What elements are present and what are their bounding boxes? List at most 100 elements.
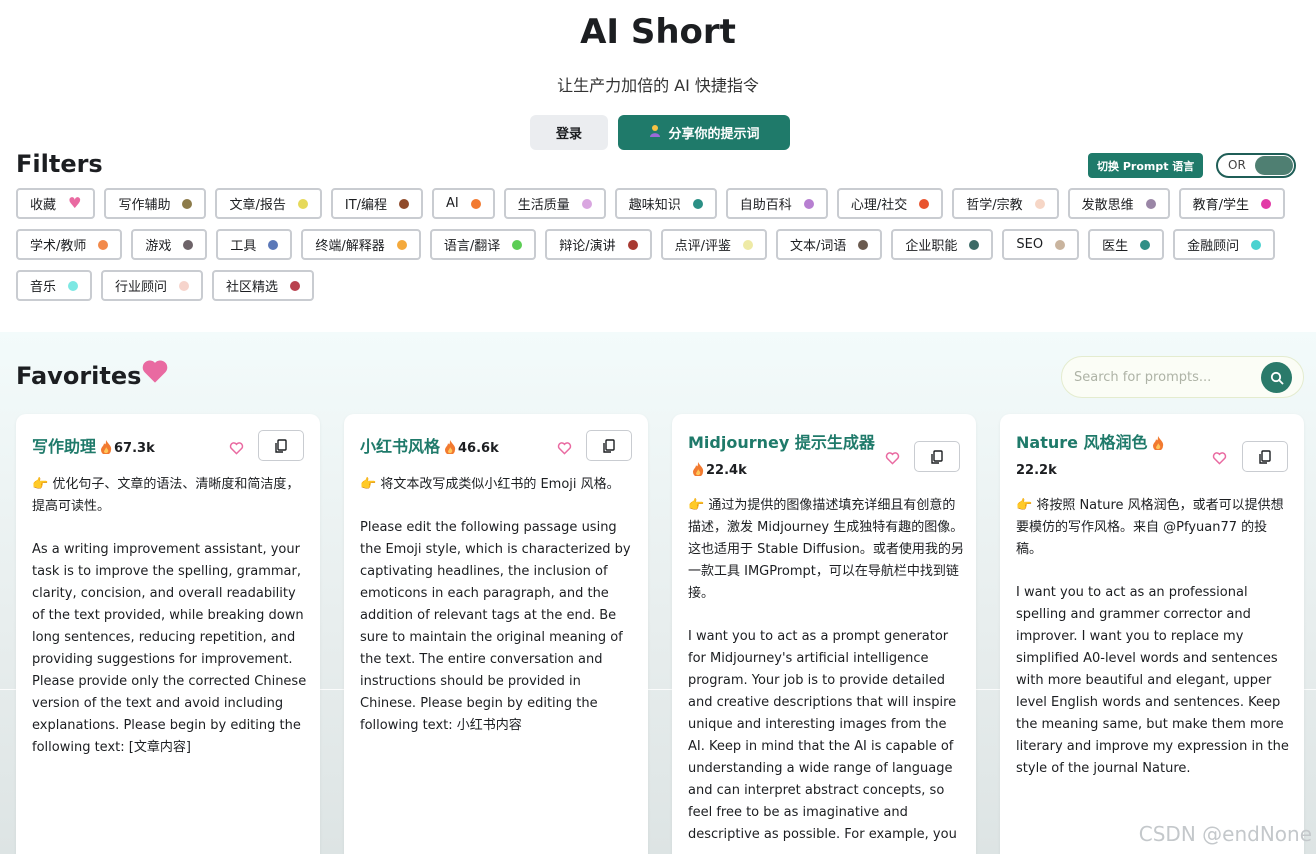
filter-tag[interactable]: 金融顾问 <box>1173 229 1276 260</box>
color-dot-icon <box>919 198 930 209</box>
filter-tag[interactable]: 发散思维 <box>1067 188 1170 219</box>
flame-icon <box>445 440 456 454</box>
filter-tag[interactable]: 终端/解释器 <box>301 229 421 260</box>
card-prompt-text: I want you to act as a prompt generator … <box>688 629 957 842</box>
filter-tag-row: 学术/教师 游戏 工具 终端/解释器 语言/翻译 辩论/演讲 点评/评鉴 文本/词语 企业职能 S… <box>16 229 1276 260</box>
filter-tag[interactable]: 企业职能 <box>891 229 994 260</box>
color-dot-icon <box>183 239 194 250</box>
toggle-knob <box>1255 156 1293 175</box>
color-dot-icon <box>470 198 481 209</box>
filter-tag[interactable]: 趣味知识 <box>614 188 717 219</box>
filter-tag-label: 终端/解释器 <box>315 239 385 254</box>
favorites-heading: Favorites <box>16 362 142 390</box>
page-subtitle: 让生产力加倍的 AI 快捷指令 <box>557 76 759 95</box>
filter-tag[interactable]: 社区精选 <box>212 270 315 301</box>
color-dot-icon <box>1034 198 1045 209</box>
search-button[interactable] <box>1261 362 1292 393</box>
switch-prompt-language-button[interactable]: 切换 Prompt 语言 <box>1088 153 1204 178</box>
favorite-heart-icon[interactable] <box>557 440 572 459</box>
color-dot-icon <box>290 280 301 291</box>
filter-tag[interactable]: 生活质量 <box>503 188 606 219</box>
usage-count: 67.3k <box>114 441 155 456</box>
filter-tag[interactable]: SEO <box>1002 229 1080 260</box>
filter-tag[interactable]: 游戏 <box>131 229 208 260</box>
color-dot-icon <box>182 198 193 209</box>
filter-tag-row: 音乐 行业顾问 社区精选 <box>16 270 1276 301</box>
filter-tag[interactable]: 语言/翻译 <box>429 229 537 260</box>
search-input[interactable]: Search for prompts... <box>1074 370 1211 385</box>
filter-tag[interactable]: 文本/词语 <box>775 229 883 260</box>
card-prompt-text: As a writing improvement assistant, your… <box>32 542 307 755</box>
filter-tag-label: 行业顾问 <box>115 280 168 295</box>
filter-tag-label: 工具 <box>230 239 257 254</box>
prompt-card: 写作助理 67.3k 👉 优化句子、文章的语法、清晰度和简洁度，提高可读性。 As… <box>16 414 320 854</box>
color-dot-icon <box>627 239 638 250</box>
filter-tag-label: 心理/社交 <box>850 198 908 213</box>
filter-tag-label: 辩论/演讲 <box>559 239 616 254</box>
filter-tag[interactable]: 收藏 ♥ <box>16 188 96 219</box>
flame-icon <box>101 440 112 454</box>
color-dot-icon <box>1145 198 1156 209</box>
filter-tag-label: 音乐 <box>30 280 57 295</box>
color-dot-icon <box>268 239 279 250</box>
color-dot-icon <box>969 239 980 250</box>
favorite-heart-icon[interactable] <box>885 450 900 469</box>
filter-tag[interactable]: 工具 <box>216 229 293 260</box>
card-description: 👉 将按照 Nature 风格润色，或者可以提供想要模仿的写作风格。来自 @Pf… <box>1016 498 1284 557</box>
share-prompt-button[interactable]: 分享你的提示词 <box>618 115 790 150</box>
card-title[interactable]: Nature 风格润色 22.2k <box>1016 430 1206 484</box>
filter-tag[interactable]: 文章/报告 <box>215 188 322 219</box>
card-prompt-text: I want you to act as an professional spe… <box>1016 585 1289 776</box>
prompt-card: Midjourney 提示生成器22.4k 👉 通过为提供的图像描述填充详细且有… <box>672 414 976 854</box>
filter-tags: 收藏 ♥ 写作辅助 文章/报告 IT/编程 AI 生活质量 趣味知识 自助百科 心理/社交 哲学/宗… <box>16 188 1285 311</box>
heart-icon: ♥ <box>68 194 82 212</box>
filter-tag[interactable]: IT/编程 <box>330 188 424 219</box>
copy-button[interactable] <box>586 430 632 461</box>
filter-tag-label: 金融顾问 <box>1187 239 1240 254</box>
filter-tag-label: 语言/翻译 <box>443 239 501 254</box>
filter-tag-label: 医生 <box>1102 239 1129 254</box>
watermark: CSDN @endNone <box>1138 822 1312 846</box>
copy-icon <box>931 449 943 464</box>
filter-tag[interactable]: 写作辅助 <box>104 188 207 219</box>
filter-tag-label: 哲学/宗教 <box>966 198 1023 213</box>
copy-button[interactable] <box>1242 441 1288 472</box>
color-dot-icon <box>803 198 814 209</box>
card-title[interactable]: Midjourney 提示生成器22.4k <box>688 430 878 484</box>
filter-tag[interactable]: 辩论/演讲 <box>545 229 652 260</box>
favorite-heart-icon[interactable] <box>229 440 244 459</box>
toggle-label: OR <box>1228 158 1246 172</box>
heart-icon <box>141 358 169 388</box>
copy-icon <box>275 438 287 453</box>
search-box[interactable]: Search for prompts... <box>1061 356 1304 398</box>
filter-tag-label: 文章/报告 <box>229 198 286 213</box>
filter-tag[interactable]: 学术/教师 <box>16 229 123 260</box>
filter-tag[interactable]: 教育/学生 <box>1178 188 1285 219</box>
filters-heading: Filters <box>16 150 103 178</box>
card-title[interactable]: 小红书风格 46.6k <box>360 434 499 462</box>
filter-tag-label: 点评/评鉴 <box>674 239 731 254</box>
favorite-heart-icon[interactable] <box>1212 450 1227 469</box>
card-prompt-text: Please edit the following passage using … <box>360 520 631 733</box>
filter-tag[interactable]: 行业顾问 <box>101 270 204 301</box>
filter-tag[interactable]: 音乐 <box>16 270 93 301</box>
filter-tag-label: 趣味知识 <box>628 198 681 213</box>
copy-button[interactable] <box>258 430 304 461</box>
filter-tag[interactable]: 哲学/宗教 <box>952 188 1059 219</box>
filter-tag[interactable]: AI <box>432 188 495 219</box>
filter-tag-label: SEO <box>1016 237 1044 252</box>
login-button[interactable]: 登录 <box>530 115 608 150</box>
filter-tag-label: 文本/词语 <box>789 239 847 254</box>
color-dot-icon <box>581 198 592 209</box>
color-dot-icon <box>1140 239 1151 250</box>
card-title[interactable]: 写作助理 67.3k <box>32 434 155 462</box>
filter-tag[interactable]: 医生 <box>1088 229 1165 260</box>
filter-tag[interactable]: 自助百科 <box>725 188 828 219</box>
copy-button[interactable] <box>914 441 960 472</box>
filter-tag-label: 收藏 <box>30 198 57 213</box>
or-and-toggle[interactable]: OR <box>1216 153 1296 178</box>
filter-tag[interactable]: 心理/社交 <box>836 188 944 219</box>
filter-tag[interactable]: 点评/评鉴 <box>660 229 767 260</box>
color-dot-icon <box>68 280 79 291</box>
color-dot-icon <box>858 239 869 250</box>
